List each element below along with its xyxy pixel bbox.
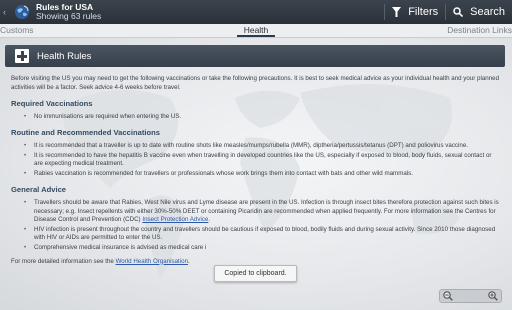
header-title: Health Rules xyxy=(37,50,92,62)
up-caret-icon[interactable]: ‹ xyxy=(3,7,11,17)
required-list: No immunisations are required when enter… xyxy=(24,113,501,122)
list-item: Comprehensive medical insurance is advis… xyxy=(24,244,501,253)
zoom-out-button[interactable] xyxy=(441,290,455,302)
filters-label: Filters xyxy=(408,6,439,18)
zoom-in-button[interactable] xyxy=(486,290,500,302)
who-link[interactable]: World Health Organisation xyxy=(116,258,188,265)
tab-customs[interactable]: Customs xyxy=(0,24,34,37)
globe-icon[interactable] xyxy=(14,4,30,20)
action-buttons: Filters Search xyxy=(384,0,512,24)
search-label: Search xyxy=(470,6,505,18)
title-block: Rules for USA Showing 63 rules xyxy=(36,3,101,21)
tab-bar: Customs Health Destination Links xyxy=(0,24,512,38)
filters-button[interactable]: Filters xyxy=(385,0,445,24)
section-title-required: Required Vaccinations xyxy=(11,99,93,109)
health-rules-document: Before visiting the US you may need to g… xyxy=(11,75,501,266)
search-icon xyxy=(453,7,464,17)
list-item: It is recommended to have the hepatitis … xyxy=(24,152,501,169)
app-subtitle: Showing 63 rules xyxy=(36,11,102,21)
routine-list: It is recommended that a traveller is up… xyxy=(24,142,501,178)
list-item: No immunisations are required when enter… xyxy=(24,113,501,122)
section-title-routine: Routine and Recommended Vaccinations xyxy=(11,128,160,138)
filter-icon xyxy=(392,7,402,17)
intro-paragraph: Before visiting the US you may need to g… xyxy=(11,75,500,91)
zoom-controls xyxy=(439,289,502,303)
general-list: Travellers should be aware that Rabies, … xyxy=(24,199,501,253)
action-bar: ‹ Rules for USA Showing 63 rules Filters… xyxy=(0,0,512,24)
footer-label: For more detailed information see the xyxy=(11,257,114,265)
clipboard-toast: Copied to clipboard. xyxy=(214,265,297,282)
tab-destination-links[interactable]: Destination Links xyxy=(447,24,512,37)
plus-box-icon xyxy=(15,49,29,63)
list-item-text: Travellers should be aware that Rabies, … xyxy=(34,198,499,224)
list-item: Rabies vaccination is recommended for tr… xyxy=(24,170,501,179)
footer-end: . xyxy=(188,257,190,265)
zoom-out-icon xyxy=(443,291,453,301)
list-item: It is recommended that a traveller is up… xyxy=(24,142,501,151)
search-button[interactable]: Search xyxy=(446,0,512,24)
section-title-general: General Advice xyxy=(11,185,67,195)
list-item-end: . xyxy=(208,216,211,224)
insect-protection-link[interactable]: Insect Protection Advice xyxy=(142,216,208,223)
zoom-in-icon xyxy=(488,291,498,301)
list-item: HIV infection is present throughout the … xyxy=(24,226,501,243)
tab-health[interactable]: Health xyxy=(237,24,275,37)
list-item: Travellers should be aware that Rabies, … xyxy=(24,199,501,225)
health-rules-header: Health Rules xyxy=(5,45,505,67)
